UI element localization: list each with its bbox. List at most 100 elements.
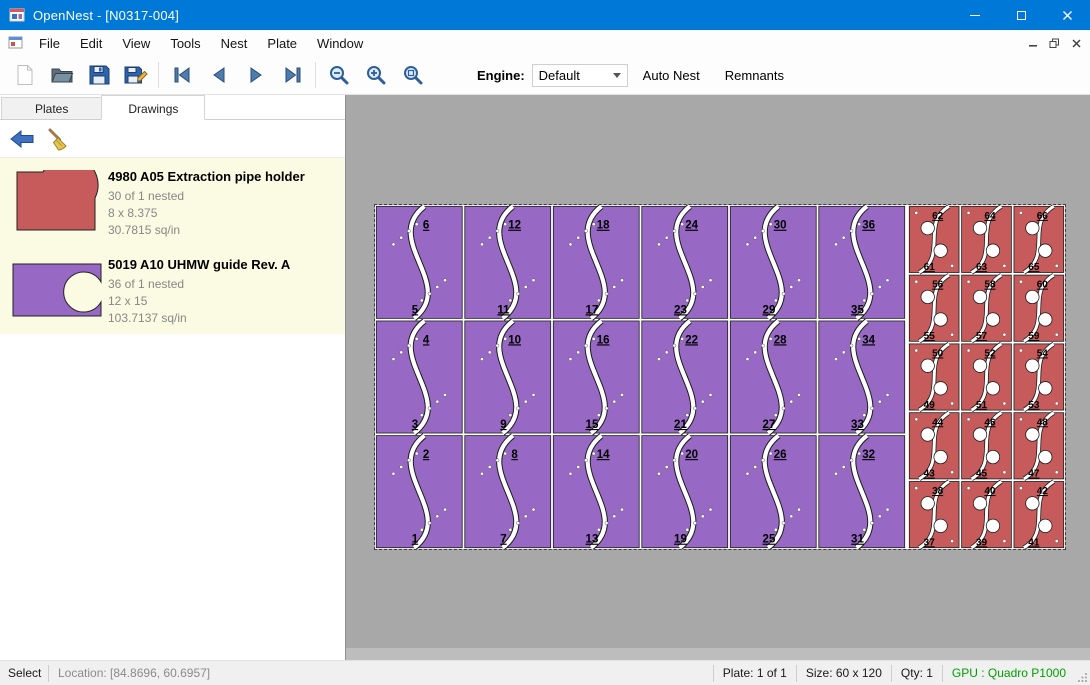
nest-cell-purple[interactable]: 1615 [553, 321, 639, 433]
menu-nest[interactable]: Nest [211, 32, 258, 55]
part-area: 30.7815 sq/in [108, 222, 341, 239]
nest-cell-purple[interactable]: 2423 [642, 206, 728, 318]
list-item[interactable]: 5019 A10 UHMW guide Rev. A 36 of 1 neste… [0, 246, 345, 334]
mdi-restore-button[interactable] [1049, 38, 1060, 49]
nest-cell-purple[interactable]: 87 [465, 436, 551, 548]
open-button[interactable] [43, 59, 80, 92]
save-button[interactable] [80, 59, 117, 92]
zoom-in-button[interactable] [357, 59, 394, 92]
new-button[interactable] [6, 59, 43, 92]
part-number: 27 [763, 419, 776, 431]
nest-cell-red[interactable]: 5857 [962, 275, 1012, 342]
zoom-out-button[interactable] [320, 59, 357, 92]
nest-svg[interactable]: 6512111817242330293635431091615222128273… [375, 205, 1065, 549]
remnants-button[interactable]: Remnants [715, 62, 794, 89]
plate[interactable]: 6512111817242330293635431091615222128273… [375, 205, 1065, 549]
resize-grip[interactable] [1075, 661, 1090, 685]
nest-cell-red[interactable]: 5655 [909, 275, 959, 342]
new-file-icon [15, 64, 35, 86]
part-thumbnail [6, 262, 108, 318]
part-meta: 4980 A05 Extraction pipe holder 30 of 1 … [108, 165, 341, 239]
nest-canvas[interactable]: 6512111817242330293635431091615222128273… [346, 95, 1090, 660]
part-size: 8 x 8.375 [108, 205, 341, 222]
horizontal-scrollbar[interactable] [346, 648, 1090, 660]
part-number: 13 [586, 534, 599, 546]
minimize-button[interactable] [952, 0, 998, 30]
nest-cell-red[interactable]: 6261 [909, 206, 959, 273]
mdi-window-controls [1028, 30, 1082, 56]
nest-cell-purple[interactable]: 43 [376, 321, 462, 433]
part-size: 12 x 15 [108, 293, 341, 310]
mdi-minimize-button[interactable] [1028, 38, 1038, 48]
nest-cell-red[interactable]: 4645 [962, 413, 1012, 480]
nest-cell-purple[interactable]: 2827 [730, 321, 816, 433]
part-number: 37 [924, 537, 936, 548]
close-button[interactable] [1044, 0, 1090, 30]
part-meta: 5019 A10 UHMW guide Rev. A 36 of 1 neste… [108, 253, 341, 327]
save-as-button[interactable] [117, 59, 154, 92]
nest-cell-purple[interactable]: 109 [465, 321, 551, 433]
nest-cell-red[interactable]: 6463 [962, 206, 1012, 273]
menu-window[interactable]: Window [307, 32, 373, 55]
status-gpu: GPU : Quadro P1000 [943, 661, 1075, 685]
save-icon [88, 64, 110, 86]
part-number: 9 [500, 419, 506, 431]
engine-select[interactable]: Default [532, 64, 628, 87]
nest-cell-red[interactable]: 5453 [1014, 344, 1064, 411]
part-title: 4980 A05 Extraction pipe holder [108, 169, 341, 184]
mdi-close-button[interactable] [1071, 38, 1082, 49]
menu-tools[interactable]: Tools [160, 32, 210, 55]
nest-cell-red[interactable]: 4443 [909, 413, 959, 480]
auto-nest-button[interactable]: Auto Nest [633, 62, 710, 89]
part-number: 20 [685, 449, 698, 461]
nest-cell-red[interactable]: 6665 [1014, 206, 1064, 273]
clear-button[interactable] [43, 124, 73, 154]
nav-next-button[interactable] [237, 59, 274, 92]
nest-cell-purple[interactable]: 3433 [819, 321, 905, 433]
nest-cell-purple[interactable]: 3029 [730, 206, 816, 318]
drawings-toolbar [0, 120, 345, 158]
tab-plates[interactable]: Plates [1, 97, 102, 119]
nest-cell-purple[interactable]: 3231 [819, 436, 905, 548]
return-part-button[interactable] [7, 124, 37, 154]
nest-cell-red[interactable]: 5251 [962, 344, 1012, 411]
nest-cell-red[interactable]: 6059 [1014, 275, 1064, 342]
tab-drawings[interactable]: Drawings [101, 95, 205, 120]
menu-plate[interactable]: Plate [257, 32, 307, 55]
nest-cell-red[interactable]: 4847 [1014, 413, 1064, 480]
zoom-fit-button[interactable] [394, 59, 431, 92]
nest-cell-purple[interactable]: 3635 [819, 206, 905, 318]
app-window: OpenNest - [N0317-004] File Edit View To… [0, 0, 1090, 685]
part-number: 60 [1037, 280, 1049, 291]
nest-cell-purple[interactable]: 1413 [553, 436, 639, 548]
nav-prev-button[interactable] [200, 59, 237, 92]
menu-file[interactable]: File [29, 32, 70, 55]
content-area: Plates Drawings 4980 A05 Extraction pip [0, 95, 1090, 660]
nav-last-button[interactable] [274, 59, 311, 92]
nest-cell-purple[interactable]: 65 [376, 206, 462, 318]
menu-view[interactable]: View [112, 32, 160, 55]
part-number: 19 [674, 534, 687, 546]
part-number: 53 [1028, 400, 1040, 411]
nest-cell-purple[interactable]: 1817 [553, 206, 639, 318]
menu-edit[interactable]: Edit [70, 32, 112, 55]
part-number: 12 [508, 220, 521, 232]
nest-cell-purple[interactable]: 1211 [465, 206, 551, 318]
part-number: 55 [924, 331, 936, 342]
nest-cell-purple[interactable]: 2019 [642, 436, 728, 548]
left-panel: Plates Drawings 4980 A05 Extraction pip [0, 95, 346, 660]
nest-cell-red[interactable]: 5049 [909, 344, 959, 411]
list-item[interactable]: 4980 A05 Extraction pipe holder 30 of 1 … [0, 158, 345, 246]
nest-cell-purple[interactable]: 21 [376, 436, 462, 548]
nav-first-button[interactable] [163, 59, 200, 92]
nest-cell-purple[interactable]: 2221 [642, 321, 728, 433]
resize-grip-icon [1077, 672, 1088, 683]
nest-cell-red[interactable]: 4241 [1014, 482, 1064, 549]
engine-label: Engine: [477, 68, 525, 83]
mdi-child-icon[interactable] [8, 36, 24, 50]
nest-cell-red[interactable]: 3837 [909, 482, 959, 549]
nest-cell-purple[interactable]: 2625 [730, 436, 816, 548]
zoom-fit-icon [402, 64, 424, 86]
maximize-button[interactable] [998, 0, 1044, 30]
nest-cell-red[interactable]: 4039 [962, 482, 1012, 549]
